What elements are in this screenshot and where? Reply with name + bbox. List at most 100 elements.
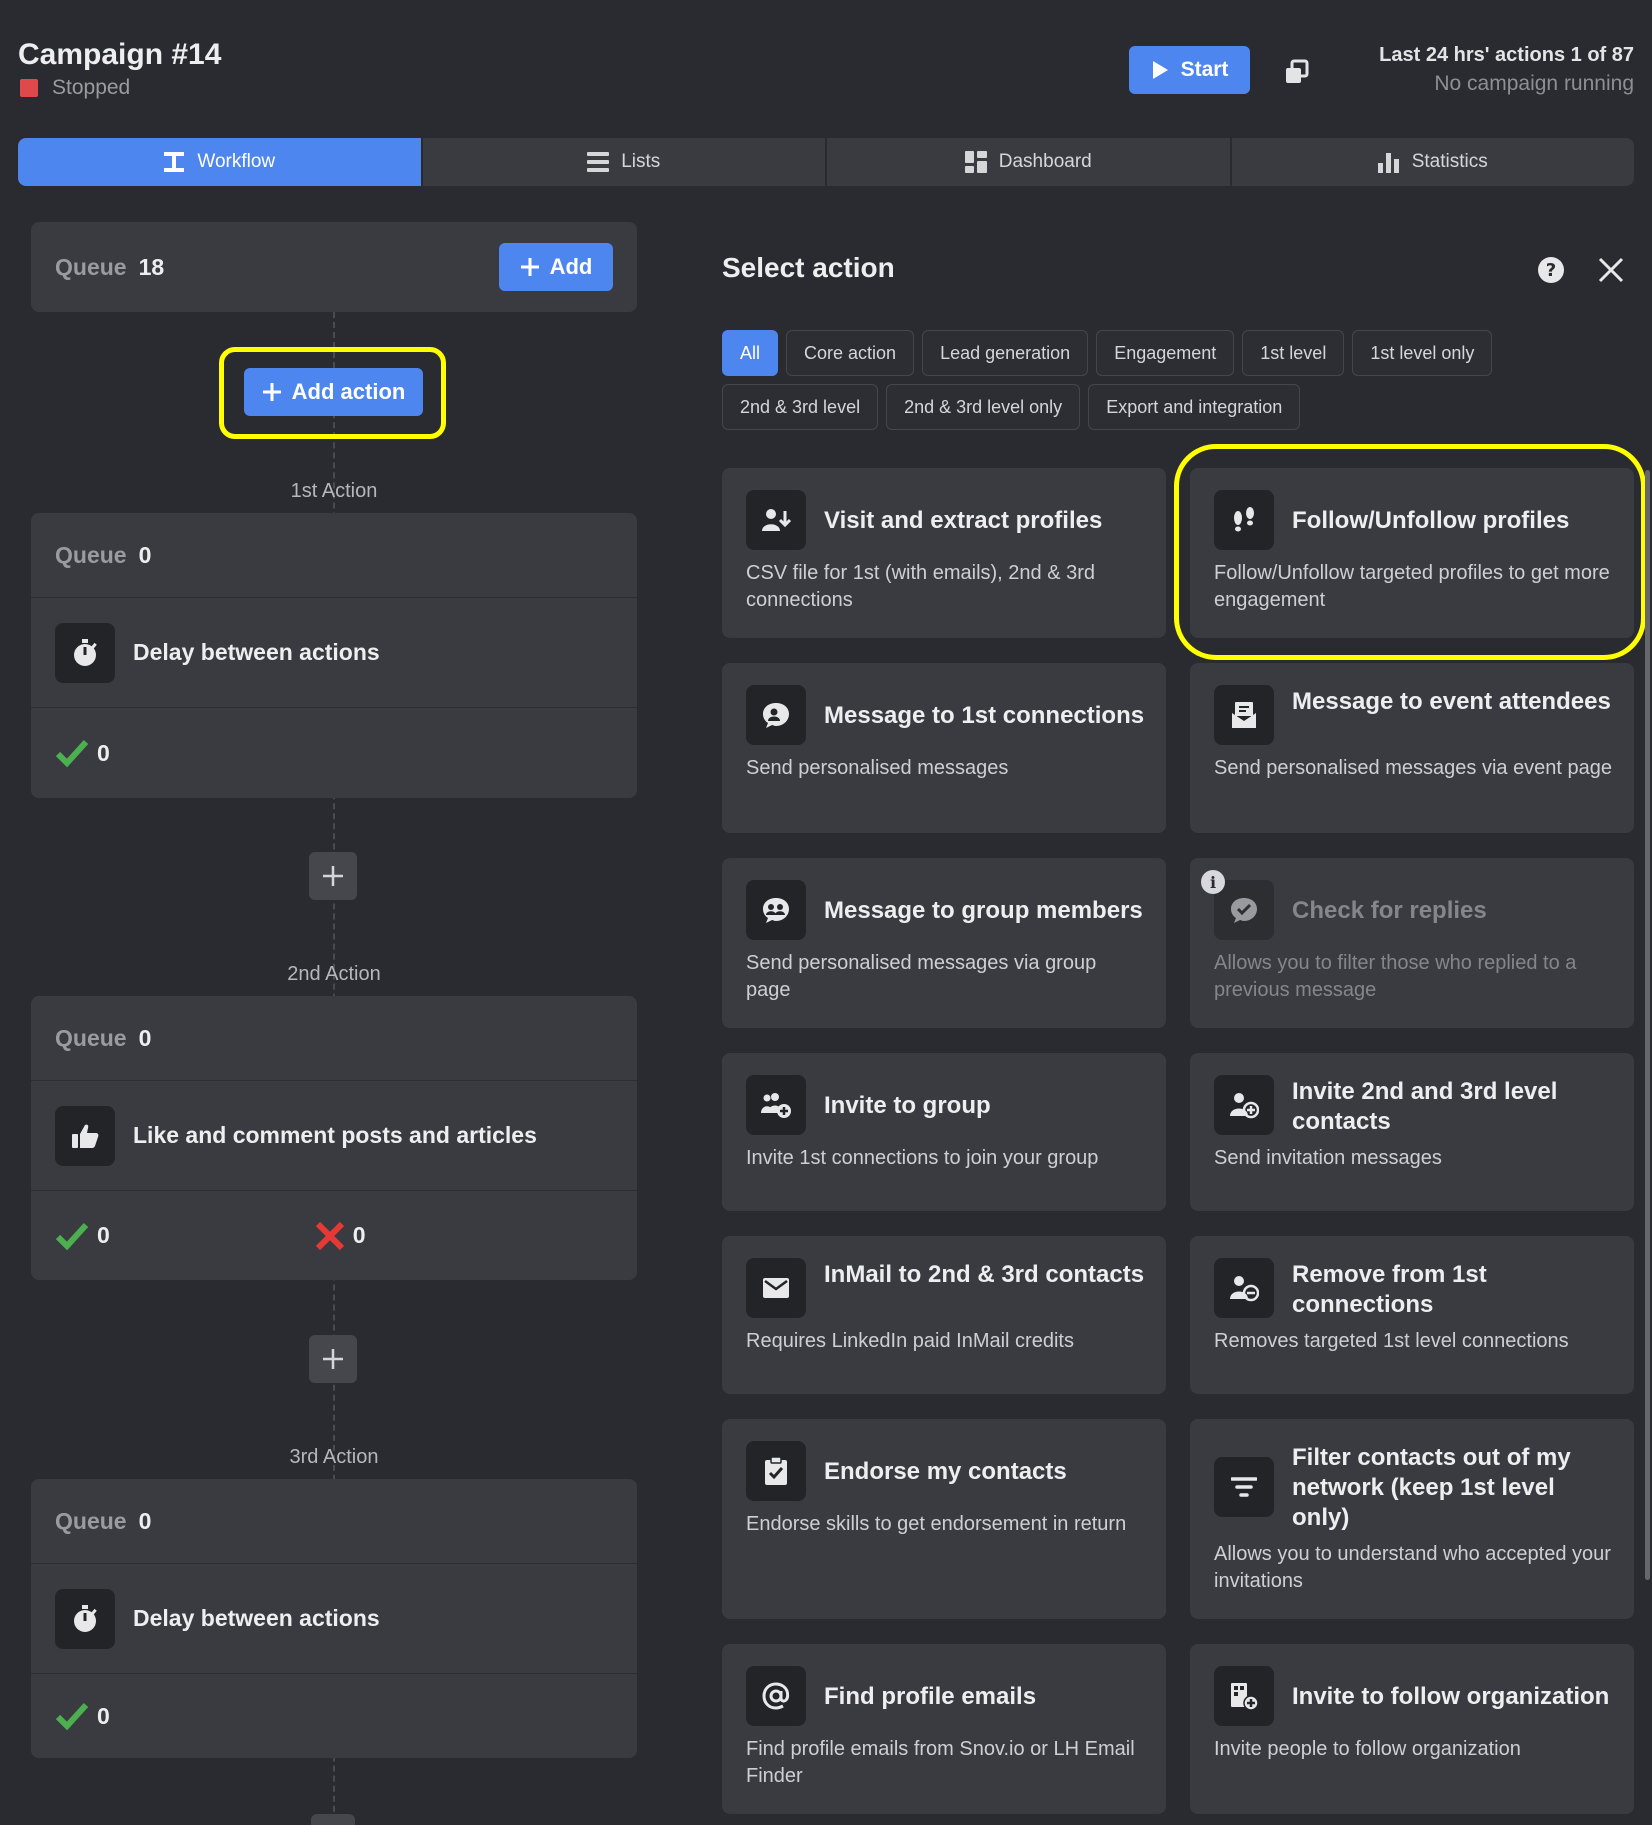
action-option-desc: Requires LinkedIn paid InMail credits xyxy=(746,1330,1074,1352)
queue-label: Queue xyxy=(55,253,127,280)
tab-statistics[interactable]: Statistics xyxy=(1231,138,1634,186)
workflow-icon xyxy=(164,152,185,172)
action-name: Delay between actions xyxy=(133,639,380,665)
chip-lead-generation[interactable]: Lead generation xyxy=(922,330,1089,376)
chat-check-icon xyxy=(1214,880,1274,940)
campaign-status: Stopped xyxy=(20,76,130,100)
chip-all[interactable]: All xyxy=(722,330,779,376)
chip-core-action[interactable]: Core action xyxy=(786,330,915,376)
check-icon xyxy=(55,1702,89,1730)
footprints-icon xyxy=(1214,490,1274,550)
queue-value: 0 xyxy=(138,1024,152,1051)
close-icon[interactable] xyxy=(1597,256,1625,284)
main-tabs: Workflow Lists Dashboard Statistics xyxy=(18,138,1634,186)
action-step-label: 3rd Action xyxy=(289,1446,379,1468)
chip-2nd-3rd-level[interactable]: 2nd & 3rd level xyxy=(722,384,879,430)
action-option-title: Remove from 1st connections xyxy=(1292,1261,1487,1318)
action-card-2[interactable]: Queue 0 Like and comment posts and artic… xyxy=(31,996,637,1280)
campaign-header: Campaign #14 Stopped Start Last 24 hrs' … xyxy=(0,0,1652,130)
action-option-title: Visit and extract profiles xyxy=(824,507,1103,534)
stopwatch-icon xyxy=(55,1588,115,1649)
filter-chips: All Core action Lead generation Engageme… xyxy=(722,330,1522,430)
svg-text:?: ? xyxy=(1546,260,1556,281)
action-option-desc: Follow/Unfollow targeted profiles to get… xyxy=(1214,562,1610,611)
action-option-title: InMail to 2nd & 3rd contacts xyxy=(824,1261,1145,1288)
action-option-message-event[interactable]: Message to event attendees Send personal… xyxy=(1190,663,1634,833)
action-option-invite-group[interactable]: Invite to group Invite 1st connections t… xyxy=(722,1053,1166,1211)
start-button[interactable]: Start xyxy=(1129,46,1250,94)
action-option-title: Filter contacts out of my network (keep … xyxy=(1292,1444,1571,1531)
queue-label: Queue xyxy=(55,541,127,568)
success-count: 0 xyxy=(97,1222,110,1248)
chat-user-icon xyxy=(746,685,806,745)
tab-dashboard[interactable]: Dashboard xyxy=(827,138,1230,186)
chip-2nd-3rd-level-only[interactable]: 2nd & 3rd level only xyxy=(886,384,1081,430)
action-option-check-replies[interactable]: Check for replies Allows you to filter t… xyxy=(1190,858,1634,1028)
duplicate-icon[interactable] xyxy=(1283,58,1311,86)
action-option-desc: Allows you to understand who accepted yo… xyxy=(1214,1543,1611,1592)
info-icon[interactable]: i xyxy=(1201,870,1225,894)
queue-value: 18 xyxy=(138,253,165,280)
queue-value: 0 xyxy=(138,1507,152,1534)
chip-export-integration[interactable]: Export and integration xyxy=(1088,384,1301,430)
action-option-follow-unfollow[interactable]: Follow/Unfollow profiles Follow/Unfollow… xyxy=(1190,468,1634,638)
action-option-desc: Removes targeted 1st level connections xyxy=(1214,1330,1569,1352)
action-option-title: Invite to group xyxy=(824,1092,991,1119)
action-name: Delay between actions xyxy=(133,1605,380,1631)
action-option-follow-organization[interactable]: Invite to follow organization Invite peo… xyxy=(1190,1644,1634,1814)
chip-1st-level-only[interactable]: 1st level only xyxy=(1352,330,1493,376)
action-option-visit-extract[interactable]: Visit and extract profiles CSV file for … xyxy=(722,468,1166,638)
running-status: No campaign running xyxy=(1434,72,1634,95)
add-action-button[interactable]: Add action xyxy=(244,368,423,416)
panel-scrollbar[interactable] xyxy=(1645,470,1650,1580)
action-option-endorse[interactable]: Endorse my contacts Endorse skills to ge… xyxy=(722,1419,1166,1619)
campaign-title: Campaign #14 xyxy=(18,38,222,71)
action-option-desc: Send personalised messages via group pag… xyxy=(746,952,1097,1001)
action-option-message-1st[interactable]: Message to 1st connections Send personal… xyxy=(722,663,1166,833)
check-icon xyxy=(55,739,89,767)
insert-action-button[interactable] xyxy=(311,1814,355,1825)
event-mail-icon xyxy=(1214,685,1274,745)
daily-actions-counter: Last 24 hrs' actions 1 of 87 xyxy=(1379,44,1634,66)
action-card-1[interactable]: Queue 0 Delay between actions 0 xyxy=(31,513,637,798)
action-option-message-group[interactable]: Message to group members Send personalis… xyxy=(722,858,1166,1028)
action-option-desc: Endorse skills to get endorsement in ret… xyxy=(746,1513,1127,1535)
add-action-label: Add action xyxy=(291,379,406,404)
action-option-title: Follow/Unfollow profiles xyxy=(1292,507,1570,534)
action-card-3[interactable]: Queue 0 Delay between actions 0 xyxy=(31,1479,637,1758)
chip-engagement[interactable]: Engagement xyxy=(1096,330,1235,376)
visit-profile-icon xyxy=(746,490,806,550)
action-option-inmail[interactable]: InMail to 2nd & 3rd contacts Requires Li… xyxy=(722,1236,1166,1394)
add-profiles-button[interactable]: Add xyxy=(499,243,613,291)
stopwatch-icon xyxy=(55,622,115,683)
tab-workflow[interactable]: Workflow xyxy=(18,138,421,186)
tab-label: Statistics xyxy=(1411,151,1488,172)
action-option-invite-2nd-3rd[interactable]: Invite 2nd and 3rd level contacts Send i… xyxy=(1190,1053,1634,1211)
chip-1st-level[interactable]: 1st level xyxy=(1242,330,1345,376)
action-option-find-emails[interactable]: Find profile emails Find profile emails … xyxy=(722,1644,1166,1814)
plus-icon xyxy=(262,383,281,401)
help-icon[interactable]: ? xyxy=(1537,256,1565,284)
insert-action-button[interactable] xyxy=(309,1335,357,1383)
success-count: 0 xyxy=(97,1702,110,1729)
fail-count: 0 xyxy=(352,1222,366,1248)
add-action-highlight: Add action xyxy=(219,347,446,439)
action-option-desc: Send personalised messages xyxy=(746,757,1009,779)
insert-action-button[interactable] xyxy=(309,852,357,900)
action-option-desc: Send personalised messages via event pag… xyxy=(1214,757,1613,779)
action-option-filter-network[interactable]: Filter contacts out of my network (keep … xyxy=(1190,1419,1634,1619)
action-option-title: Invite 2nd and 3rd level contacts xyxy=(1292,1078,1558,1135)
user-remove-icon xyxy=(1214,1258,1274,1318)
queue-label: Queue xyxy=(55,1024,127,1051)
success-count: 0 xyxy=(97,739,110,766)
action-option-title: Message to group members xyxy=(824,897,1143,924)
action-option-desc: CSV file for 1st (with emails), 2nd & 3r… xyxy=(746,562,1096,611)
status-text: Stopped xyxy=(52,76,131,99)
action-option-remove-1st[interactable]: Remove from 1st connections Removes targ… xyxy=(1190,1236,1634,1394)
check-icon xyxy=(55,1222,89,1250)
tab-lists[interactable]: Lists xyxy=(422,138,825,186)
group-add-icon xyxy=(746,1075,806,1135)
action-option-title: Endorse my contacts xyxy=(824,1458,1067,1485)
list-icon xyxy=(587,152,610,172)
action-option-title: Check for replies xyxy=(1292,897,1487,924)
